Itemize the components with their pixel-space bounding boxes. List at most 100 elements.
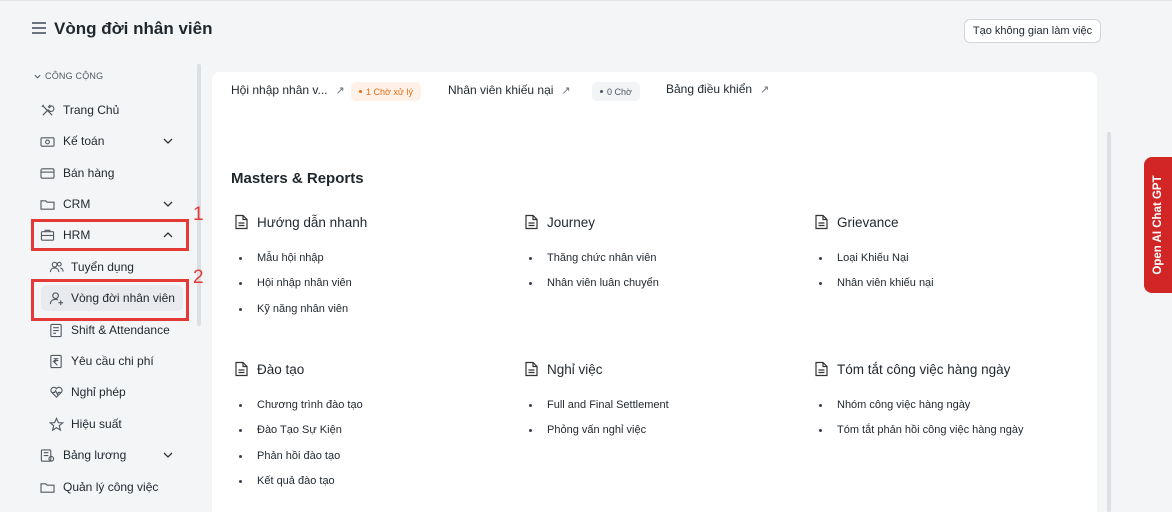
bullet bbox=[819, 281, 822, 285]
ai-tab-label: Open AI Chat GPT bbox=[1152, 175, 1164, 275]
sidebar-item-ke-toan[interactable]: Kế toán bbox=[33, 128, 183, 154]
link-label: Chương trình đào tạo bbox=[257, 399, 363, 411]
bullet bbox=[529, 428, 532, 432]
menu-icon[interactable] bbox=[32, 22, 46, 36]
link-label: Kỹ năng nhân viên bbox=[257, 303, 349, 315]
link-label: Loại Khiếu Nại bbox=[837, 252, 909, 264]
chevron-down-icon[interactable] bbox=[161, 134, 175, 148]
sidebar-item-label: Tuyển dụng bbox=[71, 260, 134, 274]
sidebar-item-quan-ly-cong-viec[interactable]: Quản lý công việc bbox=[33, 474, 183, 500]
link-label: Nhân viên luân chuyển bbox=[547, 277, 659, 289]
file-icon bbox=[525, 361, 538, 377]
sidebar-item-label: Nghỉ phép bbox=[71, 385, 126, 399]
sidebar-item-label: CRM bbox=[63, 197, 91, 211]
page-title: Vòng đời nhân viên bbox=[54, 19, 213, 38]
link-phong-van-nghi-viec[interactable]: Phỏng vấn nghỉ việc bbox=[521, 424, 646, 436]
shortcut-label: Bảng điều khiển bbox=[666, 82, 753, 96]
bullet bbox=[239, 256, 242, 260]
link-chuong-trinh-dao-tao[interactable]: Chương trình đào tạo bbox=[231, 399, 363, 411]
link-ket-qua-dao-tao[interactable]: Kết quả đào tạo bbox=[231, 475, 335, 487]
status-badge-waiting: 0 Chờ bbox=[592, 82, 640, 101]
sidebar-item-trang-chu[interactable]: Trang Chủ bbox=[33, 97, 183, 123]
sidebar-item-label: Bảng lương bbox=[63, 448, 127, 462]
shortcut-nhan-vien-khieu-nai[interactable]: Nhân viên khiếu nại ↗ bbox=[448, 83, 571, 97]
main-content-card bbox=[212, 72, 1097, 512]
sidebar-item-hieu-suat[interactable]: Hiệu suất bbox=[41, 411, 183, 437]
file-icon bbox=[525, 214, 538, 230]
card-icon bbox=[39, 165, 55, 181]
annotation-number-2: 2 bbox=[193, 267, 204, 288]
group-title-label: Tóm tắt công việc hàng ngày bbox=[837, 361, 1011, 377]
file-icon bbox=[815, 361, 828, 377]
arrow-up-right-icon: ↗ bbox=[760, 83, 770, 96]
link-nhom-cong-viec-hang-ngay[interactable]: Nhóm công việc hàng ngày bbox=[811, 399, 970, 411]
link-full-and-final-settlement[interactable]: Full and Final Settlement bbox=[521, 399, 669, 411]
link-label: Đào Tạo Sự Kiện bbox=[257, 424, 342, 436]
heart-icon bbox=[48, 384, 64, 400]
sidebar-item-label: Hiệu suất bbox=[71, 417, 122, 431]
link-thang-chuc-nhan-vien[interactable]: Thăng chức nhân viên bbox=[521, 252, 657, 264]
bullet bbox=[819, 403, 822, 407]
link-tom-tat-phan-hoi[interactable]: Tóm tắt phản hồi công việc hàng ngày bbox=[811, 424, 1024, 436]
bullet bbox=[819, 428, 822, 432]
bullet bbox=[239, 428, 242, 432]
shortcut-label: Hội nhập nhân v... bbox=[231, 83, 328, 97]
link-label: Nhóm công việc hàng ngày bbox=[837, 399, 971, 411]
file-icon bbox=[815, 214, 828, 230]
group-title-grievance: Grievance bbox=[814, 214, 899, 230]
link-loai-khieu-nai[interactable]: Loại Khiếu Nại bbox=[811, 252, 909, 264]
bullet bbox=[529, 256, 532, 260]
bullet bbox=[529, 403, 532, 407]
link-ky-nang-nhan-vien[interactable]: Kỹ năng nhân viên bbox=[231, 303, 348, 315]
top-border bbox=[0, 0, 1172, 1]
link-label: Kết quả đào tạo bbox=[257, 475, 335, 487]
group-title-label: Nghỉ việc bbox=[547, 361, 603, 377]
file-icon bbox=[235, 214, 248, 230]
shortcut-bang-dieu-khien[interactable]: Bảng điều khiển ↗ bbox=[666, 82, 769, 96]
group-title-tom-tat-cong-viec: Tóm tắt công việc hàng ngày bbox=[814, 361, 1010, 377]
link-hoi-nhap-nhan-vien[interactable]: Hội nhập nhân viên bbox=[231, 277, 352, 289]
annotation-number-1: 1 bbox=[193, 204, 204, 225]
group-title-label: Grievance bbox=[837, 214, 899, 230]
sidebar-item-ban-hang[interactable]: Bán hàng bbox=[33, 160, 183, 186]
bullet bbox=[239, 281, 242, 285]
sidebar-item-yeu-cau-chi-phi[interactable]: Yêu cầu chi phí bbox=[41, 348, 183, 374]
badge-label: 1 Chờ xử lý bbox=[366, 86, 413, 97]
link-dao-tao-su-kien[interactable]: Đào Tạo Sự Kiện bbox=[231, 424, 342, 436]
rupee-icon bbox=[48, 353, 64, 369]
sidebar-item-crm[interactable]: CRM bbox=[33, 191, 183, 217]
status-badge-pending: 1 Chờ xử lý bbox=[351, 82, 421, 101]
sidebar-item-nghi-phep[interactable]: Nghỉ phép bbox=[41, 379, 183, 405]
chevron-down-icon[interactable] bbox=[161, 197, 175, 211]
chevron-down-icon[interactable] bbox=[161, 448, 175, 462]
link-nhan-vien-khieu-nai[interactable]: Nhân viên khiếu nại bbox=[811, 277, 934, 289]
payroll-icon bbox=[39, 447, 55, 463]
create-workspace-button[interactable]: Tạo không gian làm việc bbox=[964, 19, 1101, 43]
annotation-box-hrm bbox=[31, 219, 189, 251]
tools-icon bbox=[39, 102, 55, 118]
group-title-journey: Journey bbox=[524, 214, 595, 230]
link-mau-hoi-nhap[interactable]: Mẫu hội nhập bbox=[231, 252, 324, 264]
sidebar-section-header[interactable]: CÔNG CỘNG bbox=[33, 71, 103, 81]
link-phan-hoi-dao-tao[interactable]: Phản hồi đào tạo bbox=[231, 450, 340, 462]
badge-label: 0 Chờ bbox=[607, 86, 632, 97]
bullet bbox=[819, 256, 822, 260]
group-title-label: Hướng dẫn nhanh bbox=[257, 214, 368, 230]
group-title-huong-dan-nhanh: Hướng dẫn nhanh bbox=[234, 214, 367, 230]
badge-dot bbox=[600, 90, 603, 93]
group-title-label: Đào tạo bbox=[257, 361, 305, 377]
shortcut-hoi-nhap-nhan-vien[interactable]: Hội nhập nhân v... ↗ bbox=[231, 83, 345, 97]
bullet bbox=[239, 454, 242, 458]
group-title-dao-tao: Đào tạo bbox=[234, 361, 304, 377]
folder-icon bbox=[39, 196, 55, 212]
arrow-up-right-icon: ↗ bbox=[335, 84, 345, 97]
sidebar-item-bang-luong[interactable]: Bảng lương bbox=[33, 442, 183, 468]
main-scrollbar[interactable] bbox=[1107, 132, 1111, 512]
open-ai-chat-tab[interactable]: Open AI Chat GPT bbox=[1144, 157, 1172, 293]
link-label: Full and Final Settlement bbox=[547, 399, 669, 411]
link-label: Mẫu hội nhập bbox=[257, 252, 324, 264]
sidebar-item-label: Trang Chủ bbox=[63, 103, 120, 117]
link-label: Thăng chức nhân viên bbox=[547, 252, 657, 264]
link-nhan-vien-luan-chuyen[interactable]: Nhân viên luân chuyển bbox=[521, 277, 659, 289]
sidebar-item-tuyen-dung[interactable]: Tuyển dụng bbox=[41, 254, 183, 280]
